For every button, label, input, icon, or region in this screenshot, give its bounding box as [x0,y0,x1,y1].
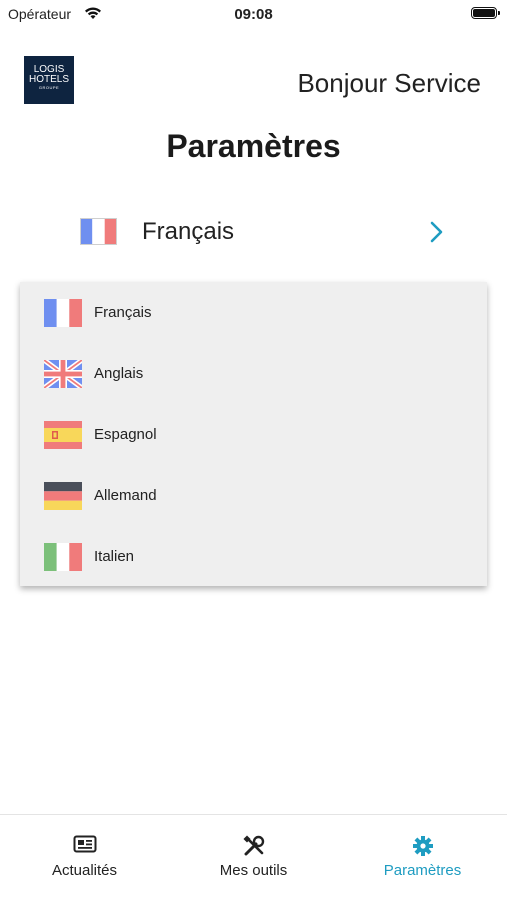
newspaper-icon [0,835,169,858]
flag-italy-icon [44,543,82,576]
language-option-label: Allemand [94,487,157,504]
flag-france-icon [44,299,82,332]
tools-icon [169,835,338,862]
logo-line-2: HOTELS [28,74,69,85]
status-bar: Opérateur 09:08 [0,0,507,28]
flag-spain-icon [44,421,82,454]
language-selector[interactable]: Français [24,190,484,272]
tab-mes-outils[interactable]: Mes outils [169,815,338,901]
language-option-anglais[interactable]: Anglais [20,343,487,404]
flag-france-icon [80,218,117,250]
language-option-francais[interactable]: Français [20,282,487,343]
logis-hotels-logo: LOGIS HOTELS GROUPE [24,56,74,104]
language-option-label: Français [94,304,152,321]
tab-parametres[interactable]: Paramètres [338,815,507,901]
language-dropdown: Français Anglais Espagnol Allemand Itali… [20,282,487,586]
flag-germany-icon [44,482,82,515]
language-option-label: Anglais [94,365,144,382]
language-option-allemand[interactable]: Allemand [20,465,487,526]
clock: 09:08 [234,6,273,23]
language-option-label: Italien [94,548,135,565]
language-option-label: Espagnol [94,426,157,443]
gear-icon [338,835,507,862]
language-option-italien[interactable]: Italien [20,526,487,587]
tab-bar: Actualités Mes outils Paramètres [0,814,507,901]
selected-language: Français [142,218,235,245]
battery-icon [471,7,500,19]
greeting: Bonjour Service [297,68,481,98]
language-option-espagnol[interactable]: Espagnol [20,404,487,465]
logo-line-3: GROUPE [38,85,60,90]
flag-uk-icon [42,357,84,393]
chevron-right-icon [429,220,445,249]
tab-label: Mes outils [219,862,288,879]
tab-label: Paramètres [383,862,462,879]
tab-actualites[interactable]: Actualités [0,815,169,901]
page-title: Paramètres [166,128,341,164]
tab-label: Actualités [51,862,118,879]
